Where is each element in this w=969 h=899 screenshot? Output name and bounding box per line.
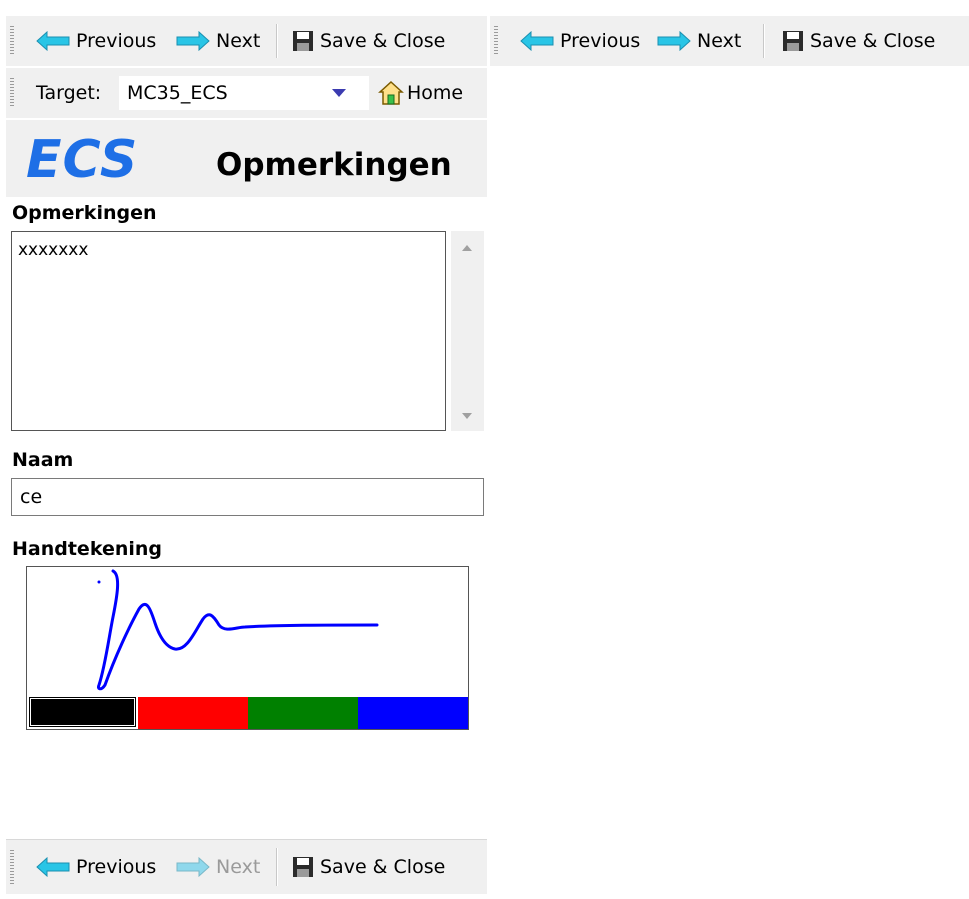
- pen-color-blue[interactable]: [358, 697, 468, 729]
- save-close-button[interactable]: Save & Close: [292, 16, 445, 66]
- arrow-right-icon: [176, 31, 210, 51]
- save-close-button[interactable]: Save & Close: [782, 16, 935, 66]
- pen-color-red[interactable]: [138, 697, 248, 729]
- floppy-disk-icon: [292, 856, 314, 878]
- toolbar-grip[interactable]: [10, 850, 14, 884]
- remarks-textarea[interactable]: xxxxxxx: [11, 231, 446, 431]
- save-close-button[interactable]: Save & Close: [292, 840, 445, 894]
- toolbar-separator: [763, 24, 765, 58]
- signature-pad[interactable]: [26, 566, 469, 730]
- previous-label: Previous: [560, 30, 641, 52]
- previous-button[interactable]: Previous: [36, 840, 156, 894]
- arrow-left-icon: [36, 31, 70, 51]
- remarks-text: xxxxxxx: [18, 240, 89, 260]
- next-button[interactable]: Next: [176, 16, 260, 66]
- target-select[interactable]: MC35_ECS: [119, 76, 369, 110]
- remarks-label: Opmerkingen: [12, 202, 157, 224]
- name-label: Naam: [12, 449, 74, 471]
- save-close-label: Save & Close: [320, 856, 446, 878]
- save-close-label: Save & Close: [320, 30, 446, 52]
- pen-color-black[interactable]: [29, 697, 136, 727]
- target-toolbar: Target: MC35_ECS Home: [6, 68, 487, 118]
- signature-drawing: [97, 569, 379, 691]
- previous-button[interactable]: Previous: [36, 16, 156, 66]
- arrow-right-icon: [176, 857, 210, 877]
- toolbar-grip[interactable]: [10, 26, 14, 56]
- next-button[interactable]: Next: [657, 16, 741, 66]
- arrow-left-icon: [520, 31, 554, 51]
- next-label: Next: [697, 30, 742, 52]
- target-value: MC35_ECS: [127, 82, 228, 104]
- name-input[interactable]: ce: [11, 478, 484, 516]
- toolbar-grip[interactable]: [10, 78, 14, 108]
- floppy-disk-icon: [292, 30, 314, 52]
- top-nav-toolbar-secondary: Previous Next Save & Close: [490, 16, 969, 66]
- target-label: Target:: [36, 82, 102, 104]
- next-button-disabled: Next: [176, 840, 260, 894]
- toolbar-grip[interactable]: [494, 26, 498, 56]
- scroll-up-arrow-icon[interactable]: [462, 245, 472, 251]
- previous-button[interactable]: Previous: [520, 16, 640, 66]
- next-label: Next: [216, 30, 261, 52]
- previous-label: Previous: [76, 30, 157, 52]
- arrow-right-icon: [657, 31, 691, 51]
- top-nav-toolbar: Previous Next Save & Close: [6, 16, 487, 66]
- name-value: ce: [20, 486, 43, 508]
- save-close-label: Save & Close: [810, 30, 936, 52]
- bottom-nav-toolbar: Previous Next Save & Close: [6, 839, 487, 894]
- home-label: Home: [407, 82, 464, 104]
- scroll-down-arrow-icon[interactable]: [462, 413, 472, 419]
- signature-label: Handtekening: [12, 538, 162, 560]
- home-icon: [378, 80, 404, 106]
- floppy-disk-icon: [782, 30, 804, 52]
- chevron-down-icon: [332, 89, 346, 97]
- toolbar-separator: [276, 848, 278, 886]
- pen-color-green[interactable]: [248, 697, 358, 729]
- page-title: Opmerkingen: [216, 147, 452, 183]
- ecs-logo: ECS: [26, 130, 139, 190]
- page-header: ECS Opmerkingen: [6, 120, 487, 197]
- arrow-left-icon: [36, 857, 70, 877]
- toolbar-separator: [276, 24, 278, 58]
- home-button[interactable]: Home: [378, 68, 463, 118]
- previous-label: Previous: [76, 856, 157, 878]
- next-label: Next: [216, 856, 261, 878]
- remarks-scrollbar[interactable]: [451, 231, 484, 431]
